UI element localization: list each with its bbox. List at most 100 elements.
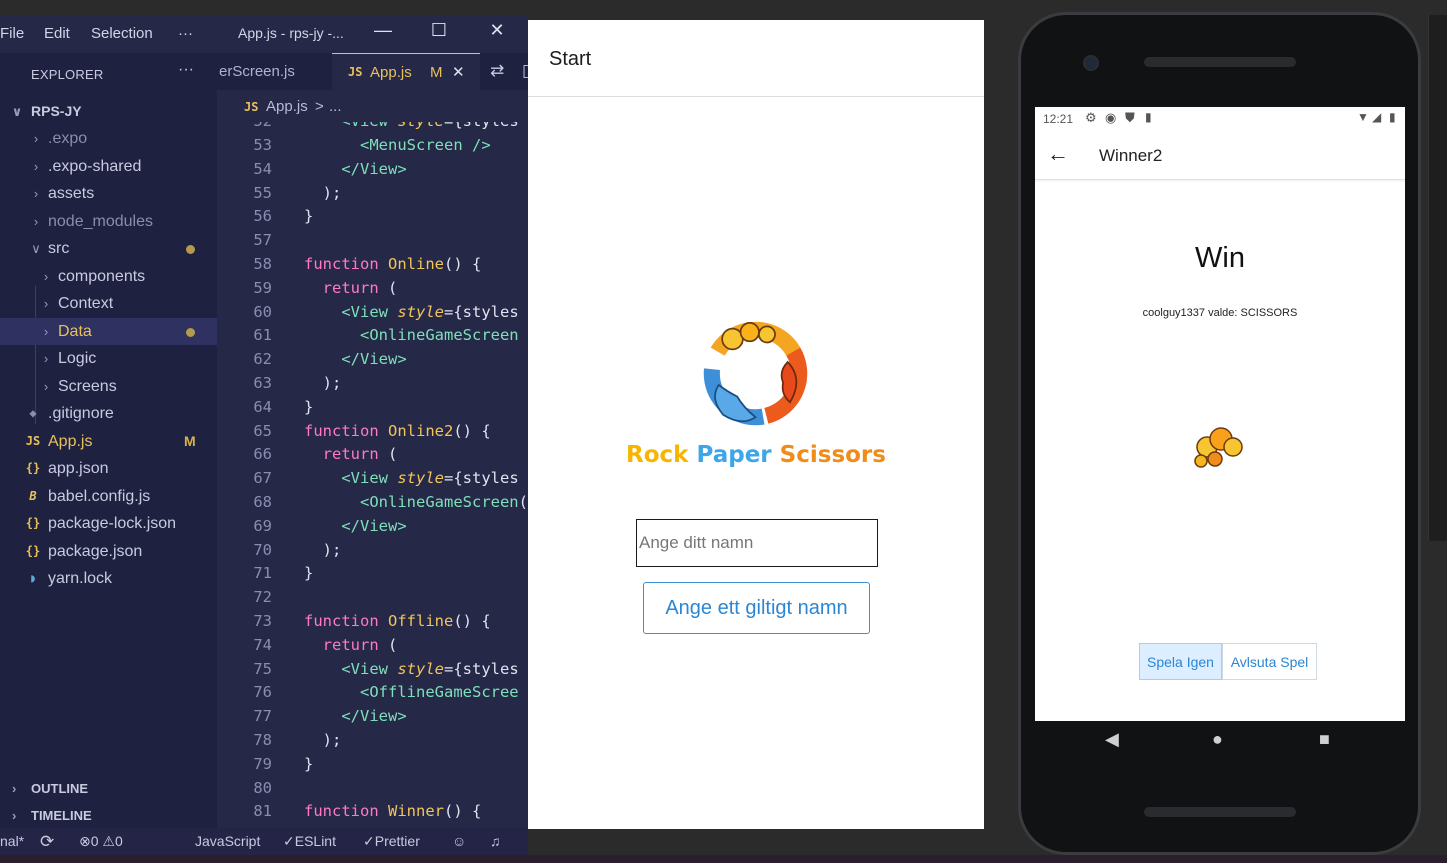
- status-bar: nal* ⟳ ⊗0 ⚠0 JavaScript ✓ESLint ✓Prettie…: [0, 828, 528, 855]
- web-preview: Start Rock Paper Scissors Ange ett gilti…: [528, 20, 984, 829]
- tree-item-data[interactable]: › Data: [0, 318, 217, 345]
- quit-game-button[interactable]: Avlsuta Spel: [1222, 643, 1317, 680]
- eslint-status[interactable]: ✓ESLint: [283, 828, 336, 855]
- minimize-icon[interactable]: —: [368, 20, 398, 46]
- json-file-icon: {}: [25, 544, 41, 558]
- tree-item-logic[interactable]: › Logic: [0, 345, 217, 372]
- modified-dot: [186, 245, 195, 254]
- chevron-right-icon: ›: [12, 781, 17, 796]
- tree-item-node-modules[interactable]: › node_modules: [0, 208, 217, 235]
- line-number: 61: [253, 326, 272, 345]
- tree-item-babel-config[interactable]: B babel.config.js: [0, 483, 217, 510]
- line-number: 65: [253, 421, 272, 440]
- settings-icon: ⚙: [1085, 110, 1097, 125]
- line-number: 81: [253, 802, 272, 821]
- nav-recent-icon[interactable]: ■: [1319, 729, 1330, 750]
- nav-back-icon[interactable]: ◀: [1105, 729, 1119, 750]
- problems-indicator[interactable]: ⊗0 ⚠0: [79, 828, 123, 855]
- tree-item-context[interactable]: › Context: [0, 290, 217, 317]
- chevron-right-icon: ›: [43, 351, 49, 366]
- code-line: <MenuScreen />: [360, 136, 491, 154]
- chevron-right-icon: ›: [33, 131, 39, 146]
- feedback-icon[interactable]: ☺: [452, 828, 466, 855]
- tree-item-app-json[interactable]: {} app.json: [0, 455, 217, 482]
- line-number: 69: [253, 516, 272, 535]
- line-number: 67: [253, 469, 272, 488]
- page-title: Start: [549, 48, 592, 70]
- code-line: <View style={styles: [341, 302, 519, 321]
- code-line: return (: [322, 635, 398, 654]
- outline-panel[interactable]: › OUTLINE: [0, 775, 217, 802]
- tree-item-screens[interactable]: › Screens: [0, 373, 217, 400]
- tree-item-yarn-lock[interactable]: ◗ yarn.lock: [0, 565, 217, 592]
- source-control-icon[interactable]: ⇄: [490, 61, 504, 81]
- line-number: 66: [253, 445, 272, 464]
- code-line: </View>: [341, 159, 407, 178]
- back-arrow-icon[interactable]: ←: [1047, 141, 1069, 167]
- chevron-right-icon: ›: [33, 186, 39, 201]
- close-tab-icon[interactable]: ✕: [452, 54, 465, 91]
- menu-more-icon[interactable]: ···: [178, 25, 193, 42]
- tree-item-src[interactable]: ∨ src: [0, 235, 217, 262]
- menu-selection[interactable]: Selection: [91, 25, 153, 42]
- chevron-down-icon: ∨: [11, 104, 23, 119]
- tab-app-js[interactable]: JS App.js M ✕: [332, 53, 480, 90]
- android-emulator: 12:21 ⚙ ◉ ⛊ ▮ ▼ ◢ ▮ ← Winner2 Win coolgu…: [1018, 12, 1421, 855]
- prettier-status[interactable]: ✓Prettier: [363, 828, 420, 855]
- explorer-header: EXPLORER: [31, 67, 104, 82]
- tree-item-package-json[interactable]: {} package.json: [0, 538, 217, 565]
- line-number: 59: [253, 278, 272, 297]
- tree-item-app-js[interactable]: JS App.js M: [0, 428, 217, 455]
- speaker-grille: [1144, 57, 1296, 67]
- tree-item-expo-shared[interactable]: › .expo-shared: [0, 153, 217, 180]
- line-number: 56: [253, 207, 272, 226]
- line-number: 76: [253, 683, 272, 702]
- chevron-right-icon: ›: [43, 379, 49, 394]
- breadcrumb: JS App.js > ...: [244, 98, 342, 115]
- wifi-icon: ▼: [1357, 110, 1369, 124]
- signal-icon: ◢: [1372, 110, 1382, 124]
- line-number: 78: [253, 731, 272, 749]
- code-line: <OnlineGameScreen: [360, 326, 519, 345]
- js-file-icon: JS: [25, 434, 41, 448]
- android-status-bar: 12:21 ⚙ ◉ ⛊ ▮ ▼ ◢ ▮: [1035, 107, 1405, 131]
- menu-edit[interactable]: Edit: [44, 25, 70, 42]
- code-line: </View>: [341, 516, 407, 535]
- language-mode[interactable]: JavaScript: [195, 828, 260, 855]
- sync-icon[interactable]: ⟳: [40, 828, 54, 855]
- status-remote[interactable]: nal*: [0, 828, 24, 855]
- tree-item-components[interactable]: › components: [0, 263, 217, 290]
- tree-item-expo[interactable]: › .expo: [0, 125, 217, 152]
- close-icon[interactable]: ✕: [482, 20, 512, 46]
- code-line: </View>: [341, 350, 407, 369]
- name-input[interactable]: [636, 519, 878, 567]
- code-line: <View style={styles: [304, 122, 518, 130]
- bell-icon[interactable]: ♫: [490, 828, 501, 855]
- tab-er-screen[interactable]: erScreen.js: [217, 53, 325, 90]
- submit-name-button[interactable]: Ange ett giltigt namn: [643, 582, 870, 634]
- chevron-right-icon: ›: [43, 296, 49, 311]
- code-line: );: [304, 374, 342, 392]
- nav-home-icon[interactable]: ●: [1212, 729, 1223, 750]
- tree-item-assets[interactable]: › assets: [0, 180, 217, 207]
- breadcrumb-file[interactable]: App.js: [266, 98, 308, 115]
- tree-item-package-lock[interactable]: {} package-lock.json: [0, 510, 217, 537]
- js-file-icon: JS: [244, 100, 259, 114]
- maximize-icon[interactable]: ☐: [424, 20, 454, 46]
- timeline-panel[interactable]: › TIMELINE: [0, 802, 217, 829]
- line-number: 77: [253, 707, 272, 726]
- chevron-right-icon: ›: [12, 808, 17, 823]
- tree-root[interactable]: ∨ RPS-JY: [0, 98, 217, 125]
- menu-file[interactable]: File: [0, 25, 24, 42]
- result-text: Win: [1195, 242, 1245, 274]
- code-editor[interactable]: 52 <View style={styles 53 <MenuScreen />…: [217, 122, 528, 828]
- speaker-grille: [1144, 807, 1296, 817]
- line-number: 75: [253, 659, 272, 678]
- explorer-more-icon[interactable]: ···: [178, 61, 194, 79]
- battery-icon: ▮: [1389, 110, 1396, 124]
- tree-item-gitignore[interactable]: ◆ .gitignore: [0, 400, 217, 427]
- play-again-button[interactable]: Spela Igen: [1139, 643, 1222, 680]
- code-line: );: [304, 540, 342, 559]
- rps-logo: [703, 321, 808, 426]
- code-line: function Winner() {: [304, 802, 482, 821]
